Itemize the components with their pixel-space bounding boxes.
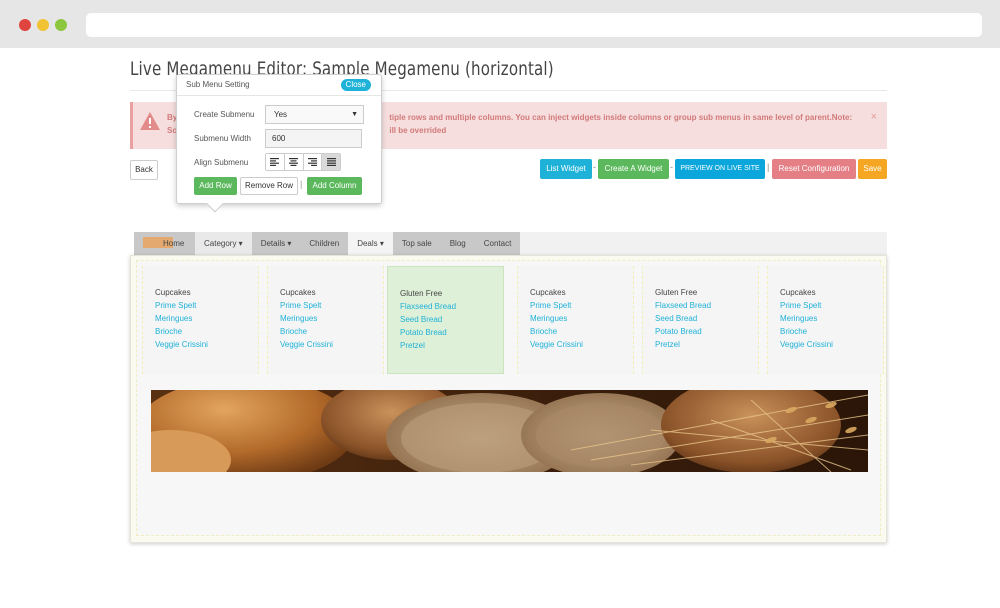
menu-item-category[interactable]: Category ▾ bbox=[195, 232, 252, 255]
column-link[interactable]: Brioche bbox=[530, 327, 557, 336]
create-submenu-label: Create Submenu bbox=[194, 110, 255, 119]
submenu-column-selected[interactable]: Gluten Free Flaxseed Bread Seed Bread Po… bbox=[387, 266, 504, 374]
column-link[interactable]: Brioche bbox=[780, 327, 807, 336]
column-link[interactable]: Prime Spelt bbox=[530, 301, 571, 310]
add-column-button[interactable]: Add Column bbox=[307, 177, 362, 195]
menu-item-children[interactable]: Children bbox=[300, 232, 349, 255]
browser-chrome bbox=[0, 0, 1000, 48]
column-title: Cupcakes bbox=[155, 288, 191, 297]
column-title: Cupcakes bbox=[780, 288, 816, 297]
submenu-column[interactable]: Cupcakes Prime Spelt Meringues Brioche V… bbox=[767, 266, 884, 374]
menu-item-blog[interactable]: Blog bbox=[440, 232, 475, 255]
align-justify-icon[interactable] bbox=[322, 154, 340, 170]
column-link[interactable]: Potato Bread bbox=[655, 327, 702, 336]
reset-configuration-button[interactable]: Reset Configuration bbox=[772, 159, 856, 179]
popover-title: Sub Menu Setting bbox=[186, 80, 250, 89]
align-button-group bbox=[265, 153, 341, 171]
remove-row-button[interactable]: Remove Row bbox=[240, 177, 298, 195]
column-link[interactable]: Prime Spelt bbox=[155, 301, 196, 310]
close-window-dot[interactable] bbox=[19, 19, 31, 31]
align-submenu-label: Align Submenu bbox=[194, 158, 249, 167]
column-link[interactable]: Meringues bbox=[280, 314, 317, 323]
back-button[interactable]: Back bbox=[130, 160, 158, 180]
create-submenu-select[interactable]: Yes ▼ bbox=[265, 105, 364, 124]
column-link[interactable]: Veggie Crissini bbox=[530, 340, 583, 349]
column-link[interactable]: Pretzel bbox=[655, 340, 680, 349]
menu-item-details[interactable]: Details ▾ bbox=[251, 232, 301, 255]
submenu-column[interactable]: Cupcakes Prime Spelt Meringues Brioche V… bbox=[517, 266, 634, 374]
list-widget-button[interactable]: List Widget bbox=[540, 159, 592, 179]
column-link[interactable]: Brioche bbox=[155, 327, 182, 336]
bread-banner-image[interactable] bbox=[151, 390, 868, 472]
column-link[interactable]: Veggie Crissini bbox=[780, 340, 833, 349]
column-link[interactable]: Meringues bbox=[780, 314, 817, 323]
toolbar-separator: - bbox=[593, 162, 596, 172]
align-left-icon[interactable] bbox=[266, 154, 285, 170]
dropdown-caret-icon: ▼ bbox=[351, 111, 358, 118]
column-link[interactable]: Prime Spelt bbox=[280, 301, 321, 310]
add-row-button[interactable]: Add Row bbox=[194, 177, 237, 195]
column-title: Cupcakes bbox=[530, 288, 566, 297]
preview-live-site-button[interactable]: PREVIEW ON LIVE SITE bbox=[675, 159, 765, 179]
submenu-width-input[interactable]: 600 bbox=[265, 129, 362, 148]
menu-item-home[interactable]: Home bbox=[134, 232, 195, 255]
align-center-icon[interactable] bbox=[284, 154, 304, 170]
submenu-width-label: Submenu Width bbox=[194, 134, 251, 143]
submenu-column[interactable]: Gluten Free Flaxseed Bread Seed Bread Po… bbox=[642, 266, 759, 374]
column-title: Gluten Free bbox=[655, 288, 698, 297]
column-link[interactable]: Flaxseed Bread bbox=[400, 302, 456, 311]
warning-icon bbox=[140, 112, 160, 130]
column-link[interactable]: Flaxseed Bread bbox=[655, 301, 711, 310]
column-link[interactable]: Prime Spelt bbox=[780, 301, 821, 310]
column-title: Cupcakes bbox=[280, 288, 316, 297]
select-value: Yes bbox=[274, 110, 288, 119]
column-title: Gluten Free bbox=[400, 289, 443, 298]
alert-line2-end: ill be overrided bbox=[389, 126, 447, 135]
create-widget-button[interactable]: Create A Widget bbox=[598, 159, 669, 179]
column-link[interactable]: Seed Bread bbox=[655, 314, 697, 323]
column-link[interactable]: Potato Bread bbox=[400, 328, 447, 337]
editor-page: Live Megamenu Editor: Sample Megamenu (h… bbox=[0, 48, 1000, 608]
popover-separator: | bbox=[300, 179, 303, 189]
toolbar-separator: | bbox=[767, 162, 770, 172]
address-bar[interactable] bbox=[86, 13, 982, 37]
popover-arrow bbox=[206, 195, 224, 213]
submenu-panel: Cupcakes Prime Spelt Meringues Brioche V… bbox=[130, 255, 887, 543]
column-link[interactable]: Brioche bbox=[280, 327, 307, 336]
column-link[interactable]: Seed Bread bbox=[400, 315, 442, 324]
save-button[interactable]: Save bbox=[858, 159, 887, 179]
minimize-window-dot[interactable] bbox=[37, 19, 49, 31]
column-link[interactable]: Meringues bbox=[530, 314, 567, 323]
submenu-row: Cupcakes Prime Spelt Meringues Brioche V… bbox=[136, 260, 884, 536]
menu-item-contact[interactable]: Contact bbox=[474, 232, 521, 255]
column-link[interactable]: Veggie Crissini bbox=[280, 340, 333, 349]
submenu-column[interactable]: Cupcakes Prime Spelt Meringues Brioche V… bbox=[267, 266, 384, 374]
column-link[interactable]: Veggie Crissini bbox=[155, 340, 208, 349]
column-link[interactable]: Meringues bbox=[155, 314, 192, 323]
submenu-settings-popover: Sub Menu Setting Close Create Submenu Ye… bbox=[176, 74, 382, 213]
megamenu-bar: Home Category ▾ Details ▾ Children Deals… bbox=[134, 232, 887, 255]
menu-item-deals[interactable]: Deals ▾ bbox=[348, 232, 393, 255]
popover-close-button[interactable]: Close bbox=[340, 79, 371, 91]
alert-line1-end: tiple rows and multiple columns. You can… bbox=[389, 113, 853, 122]
alert-close-icon[interactable]: × bbox=[871, 111, 877, 123]
menu-item-top-sale[interactable]: Top sale bbox=[392, 232, 441, 255]
submenu-column[interactable]: Cupcakes Prime Spelt Meringues Brioche V… bbox=[142, 266, 259, 374]
popover-divider bbox=[177, 95, 381, 96]
column-link[interactable]: Pretzel bbox=[400, 341, 425, 350]
menu-item-label: Home bbox=[163, 239, 185, 248]
toolbar-separator: - bbox=[670, 162, 673, 172]
align-right-icon[interactable] bbox=[303, 154, 323, 170]
maximize-window-dot[interactable] bbox=[55, 19, 67, 31]
